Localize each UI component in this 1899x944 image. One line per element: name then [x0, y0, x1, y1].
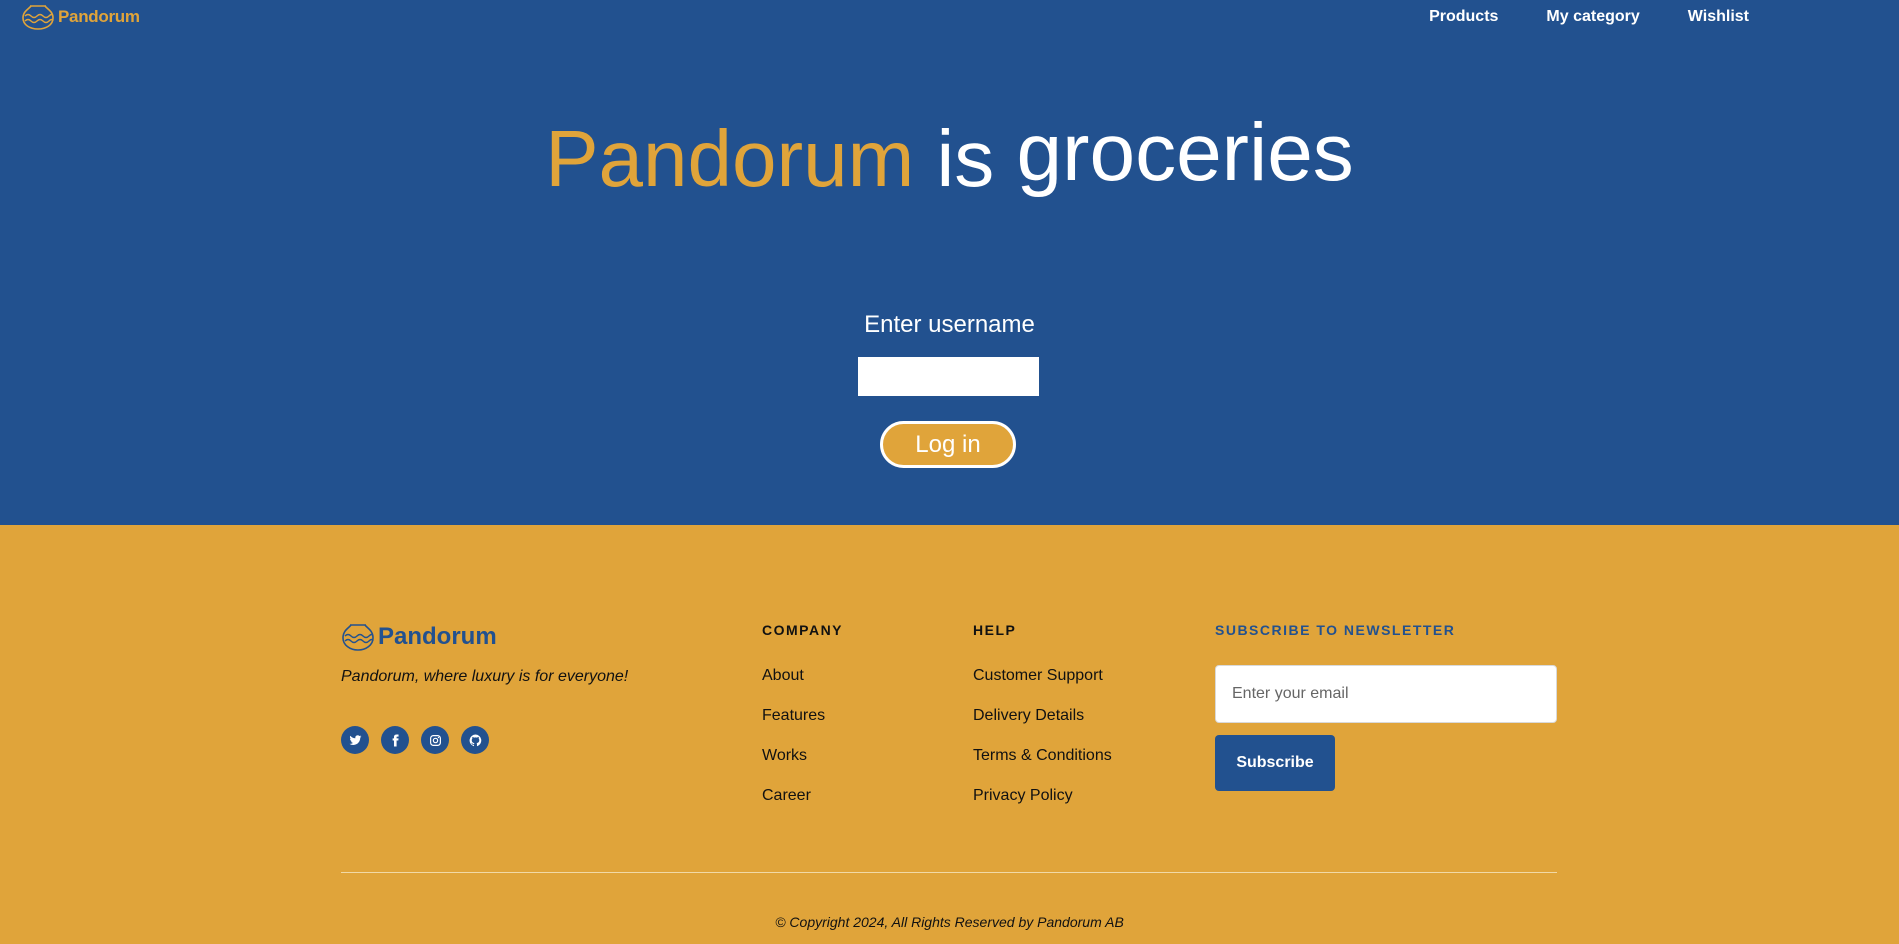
twitter-icon [349, 734, 361, 745]
brand-logo[interactable]: Pandorum [20, 3, 140, 31]
pot-icon [342, 624, 374, 651]
company-heading: COMPANY [762, 622, 844, 638]
list-item: Works [762, 747, 825, 787]
main-nav: Products My category Wishlist [1429, 8, 1749, 26]
footer-divider [341, 872, 1557, 873]
brand-name: Pandorum [58, 7, 140, 26]
footer-link-customer-support[interactable]: Customer Support [973, 667, 1103, 684]
nav-products[interactable]: Products [1429, 8, 1498, 26]
footer-link-works[interactable]: Works [762, 747, 807, 764]
newsletter-email-input[interactable] [1215, 665, 1557, 723]
newsletter-heading: SUBSCRIBE TO NEWSLETTER [1215, 622, 1456, 638]
help-links: Customer Support Delivery Details Terms … [973, 667, 1112, 827]
twitter-link[interactable] [341, 726, 369, 754]
instagram-icon [429, 734, 441, 746]
footer-link-about[interactable]: About [762, 667, 804, 684]
headline-groceries: groceries [1016, 107, 1354, 198]
headline-brand: Pandorum [545, 114, 915, 203]
list-item: About [762, 667, 825, 707]
list-item: Delivery Details [973, 707, 1112, 747]
facebook-icon [392, 734, 399, 746]
list-item: Privacy Policy [973, 787, 1112, 827]
footer-link-delivery-details[interactable]: Delivery Details [973, 707, 1084, 724]
footer-brand-logo[interactable]: Pandorum [340, 622, 497, 652]
github-icon [469, 734, 481, 746]
github-link[interactable] [461, 726, 489, 754]
social-links [341, 726, 489, 754]
nav-wishlist[interactable]: Wishlist [1688, 8, 1749, 26]
hero-section: Pandorum Products My category Wishlist P… [0, 0, 1899, 525]
list-item: Features [762, 707, 825, 747]
facebook-link[interactable] [381, 726, 409, 754]
copyright-text: © Copyright 2024, All Rights Reserved by… [775, 914, 1124, 930]
help-heading: HELP [973, 622, 1017, 638]
footer-link-terms[interactable]: Terms & Conditions [973, 747, 1112, 764]
pot-icon [22, 5, 54, 30]
footer-link-features[interactable]: Features [762, 707, 825, 724]
footer-link-career[interactable]: Career [762, 787, 811, 804]
list-item: Career [762, 787, 825, 827]
footer-brand-name: Pandorum [378, 623, 497, 650]
list-item: Customer Support [973, 667, 1112, 707]
login-button[interactable]: Log in [880, 421, 1016, 468]
hero-headline: Pandorum is groceries [0, 107, 1899, 206]
headline-is: is [936, 114, 995, 203]
company-links: About Features Works Career [762, 667, 825, 827]
subscribe-button[interactable]: Subscribe [1215, 735, 1335, 791]
footer-link-privacy[interactable]: Privacy Policy [973, 787, 1073, 804]
instagram-link[interactable] [421, 726, 449, 754]
nav-my-category[interactable]: My category [1546, 8, 1639, 26]
list-item: Terms & Conditions [973, 747, 1112, 787]
username-label: Enter username [864, 311, 1035, 338]
username-input[interactable] [858, 357, 1039, 396]
footer-tagline: Pandorum, where luxury is for everyone! [341, 668, 629, 685]
